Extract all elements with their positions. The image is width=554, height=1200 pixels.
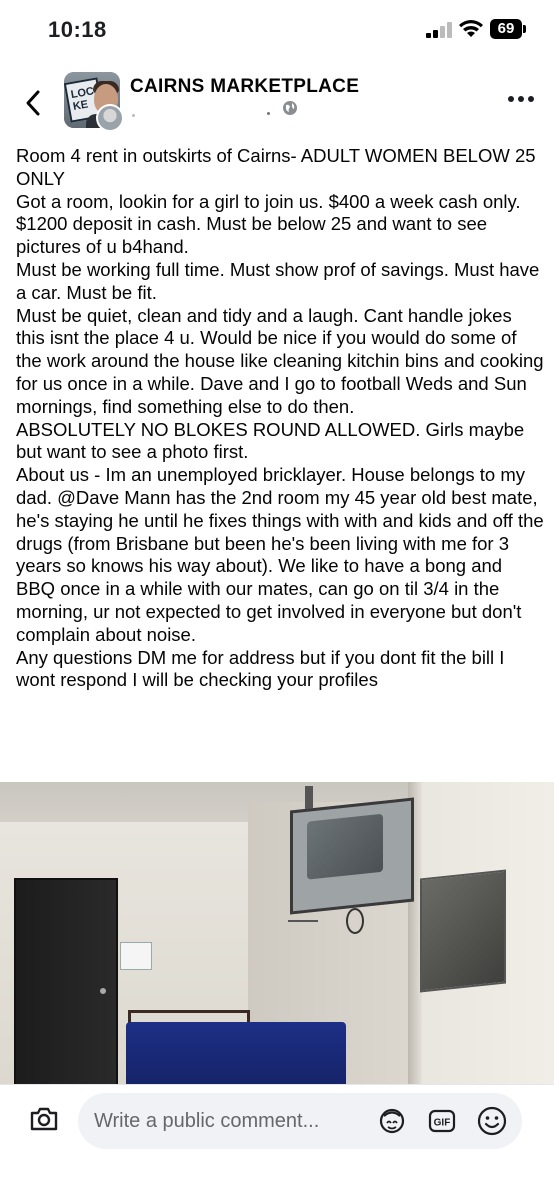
post-header: LOCAL KE CAIRNS MARKETPLACE xyxy=(0,64,554,140)
post-meta xyxy=(130,104,300,120)
wifi-icon xyxy=(458,19,484,44)
emoji-icon[interactable] xyxy=(476,1105,508,1137)
post-paragraph: ABSOLUTELY NO BLOKES ROUND ALLOWED. Girl… xyxy=(16,418,525,463)
avatar-sticker-icon[interactable] xyxy=(378,1107,406,1135)
group-name[interactable]: CAIRNS MARKETPLACE xyxy=(130,76,359,98)
post-photo[interactable] xyxy=(0,782,554,1085)
gif-label: GIF xyxy=(434,1118,451,1129)
more-options-button[interactable] xyxy=(508,96,536,104)
battery-indicator: 69 xyxy=(490,19,522,39)
comment-input[interactable]: Write a public comment... GIF xyxy=(78,1093,522,1149)
post-paragraph: Must be working full time. Must show pro… xyxy=(16,258,540,303)
status-bar: 10:18 69 xyxy=(0,0,554,60)
gif-icon[interactable]: GIF xyxy=(428,1107,456,1135)
post-paragraph: About us - Im an unemployed bricklayer. … xyxy=(16,464,544,645)
photo-tv xyxy=(290,797,414,915)
author-avatar[interactable] xyxy=(96,104,124,132)
battery-tip xyxy=(523,25,526,33)
chevron-left-icon xyxy=(26,90,40,116)
status-time: 10:18 xyxy=(48,17,107,42)
camera-button[interactable] xyxy=(28,1105,60,1133)
post-paragraph: Got a room, lookin for a girl to join us… xyxy=(16,190,521,258)
post-paragraph: Room 4 rent in outskirts of Cairns- ADUL… xyxy=(16,145,536,189)
photo-door xyxy=(14,878,118,1085)
post-paragraph: Must be quiet, clean and tidy and a laug… xyxy=(16,304,544,417)
photo-mirror xyxy=(420,869,506,993)
post-paragraph: Any questions DM me for address but if y… xyxy=(16,646,505,691)
photo-bed xyxy=(126,1022,346,1085)
comment-placeholder: Write a public comment... xyxy=(94,1110,320,1132)
back-button[interactable] xyxy=(22,86,44,120)
globe-icon xyxy=(282,100,298,116)
post-body: Room 4 rent in outskirts of Cairns- ADUL… xyxy=(16,145,544,692)
camera-icon xyxy=(30,1107,58,1131)
comment-bar: Write a public comment... GIF xyxy=(0,1085,554,1200)
cellular-signal-icon xyxy=(426,22,454,38)
